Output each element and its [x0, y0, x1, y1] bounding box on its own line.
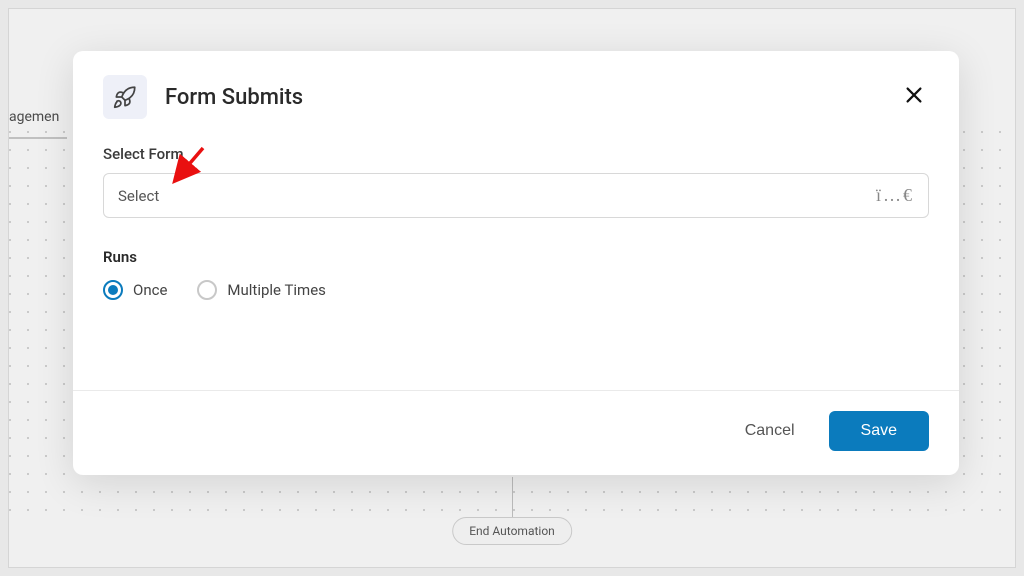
runs-radio-group: Once Multiple Times: [103, 280, 929, 300]
runs-section: Runs Once Multiple Times: [103, 248, 929, 300]
end-automation-pill[interactable]: End Automation: [452, 517, 572, 545]
modal-body: Select Form Select ï…€ Runs: [73, 135, 959, 330]
select-placeholder-text: Select: [118, 187, 159, 205]
radio-icon: [103, 280, 123, 300]
runs-once-label: Once: [133, 281, 167, 299]
select-form-label: Select Form: [103, 145, 929, 163]
runs-option-multiple[interactable]: Multiple Times: [197, 280, 325, 300]
radio-icon: [197, 280, 217, 300]
form-submits-modal: Form Submits Select Form Select ï…€: [73, 51, 959, 475]
close-button[interactable]: [899, 80, 929, 114]
modal-title: Form Submits: [165, 85, 881, 110]
runs-multiple-label: Multiple Times: [227, 281, 325, 299]
runs-option-once[interactable]: Once: [103, 280, 167, 300]
close-icon: [903, 84, 925, 106]
editor-frame: agemen End Automation Form Submits: [8, 8, 1016, 568]
cancel-button[interactable]: Cancel: [735, 414, 805, 448]
select-suffix-glyph: ï…€: [876, 185, 914, 206]
save-button[interactable]: Save: [829, 411, 929, 451]
form-select-dropdown[interactable]: Select ï…€: [103, 173, 929, 218]
modal-footer: Cancel Save: [73, 390, 959, 475]
runs-label: Runs: [103, 248, 929, 266]
rocket-icon: [103, 75, 147, 119]
modal-header: Form Submits: [73, 51, 959, 135]
connector-line: [512, 477, 513, 517]
